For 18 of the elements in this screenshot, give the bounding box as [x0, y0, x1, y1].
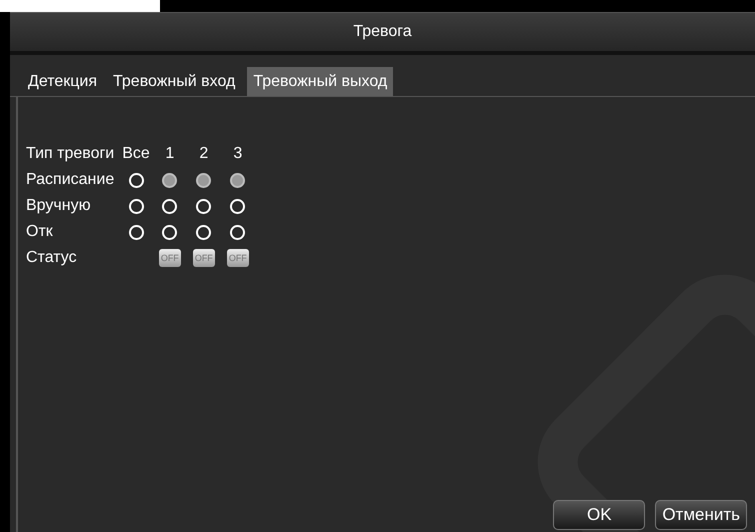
column-label: Тип тревоги: [26, 144, 116, 164]
column-header: Все: [122, 144, 150, 164]
cancel-button[interactable]: Отменить: [655, 500, 747, 530]
column-header: 3: [232, 144, 244, 164]
tab[interactable]: Детекция: [24, 67, 102, 96]
row-label: Вручную: [26, 196, 92, 216]
tab[interactable]: Тревожный выход: [247, 67, 394, 96]
radio-button[interactable]: [230, 172, 246, 188]
ok-button[interactable]: OK: [553, 500, 646, 530]
row-label: Расписание: [26, 170, 116, 190]
tab[interactable]: Тревожный вход: [109, 67, 240, 96]
row-label: Статус: [26, 248, 78, 268]
radio-button[interactable]: [162, 172, 178, 188]
row-label: Отк: [26, 222, 54, 242]
column-header: 2: [198, 144, 210, 164]
window-title: Тревога: [353, 22, 412, 42]
column-header: 1: [164, 144, 176, 164]
radio-button[interactable]: [196, 172, 212, 188]
